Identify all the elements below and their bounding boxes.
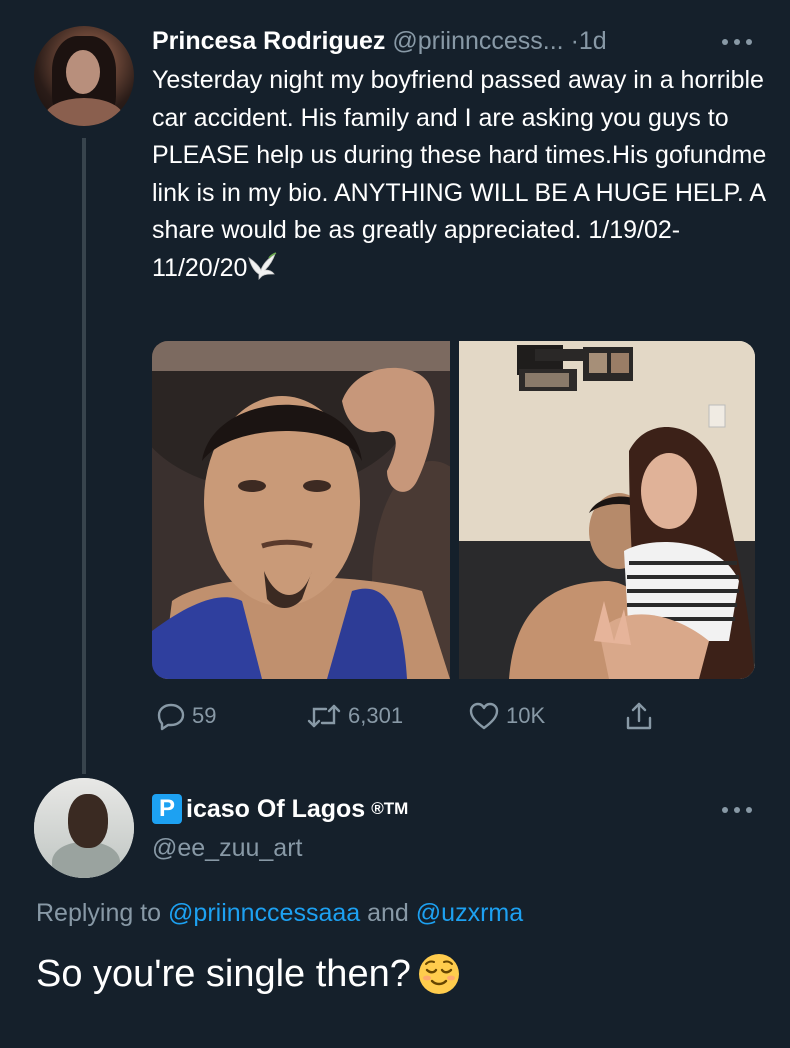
retweet-button[interactable]: 6,301	[306, 700, 403, 732]
avatar-face	[66, 50, 100, 94]
share-button[interactable]	[624, 700, 654, 732]
relieved-face-icon	[418, 954, 459, 994]
reply-body: So you're single then?	[36, 953, 411, 995]
reply-more-options-icon[interactable]	[722, 806, 752, 814]
mention-link-1[interactable]: @priinnccessaaa	[168, 899, 360, 927]
dot-icon	[722, 807, 728, 813]
dove-icon	[248, 251, 277, 280]
dot-icon	[734, 807, 740, 813]
like-count: 10K	[506, 703, 546, 728]
share-icon	[626, 702, 652, 730]
mention-link-2[interactable]: @uzxrma	[416, 899, 523, 927]
reply-icon	[157, 703, 185, 731]
tweet-timestamp[interactable]: 1d	[579, 27, 607, 55]
reply-button[interactable]: 59	[156, 700, 216, 732]
author-handle[interactable]: @priinnccess...	[392, 27, 563, 55]
dot-icon	[746, 39, 752, 45]
reply-author-name-text: icaso Of Lagos	[186, 795, 366, 823]
tweet-photo-couple[interactable]	[459, 341, 755, 679]
tweet-header: Princesa Rodriguez @priinnccess... ·1d	[152, 24, 607, 58]
avatar-head	[68, 794, 108, 848]
tweet-text: Yesterday night my boyfriend passed away…	[152, 62, 767, 287]
like-button[interactable]: 10K	[468, 700, 545, 732]
thread-line	[82, 138, 86, 774]
retweet-icon	[307, 704, 341, 728]
more-options-icon[interactable]	[722, 38, 752, 46]
couple-photo	[459, 341, 755, 679]
reply-text: So you're single then?	[36, 948, 461, 1000]
reply-author-handle[interactable]: @ee_zuu_art	[152, 831, 302, 865]
dot-icon	[734, 39, 740, 45]
tweet-photo-selfie[interactable]	[152, 341, 450, 679]
tweet-body: Yesterday night my boyfriend passed away…	[152, 66, 767, 282]
dot-icon	[722, 39, 728, 45]
author-display-name[interactable]: Princesa Rodriguez	[152, 27, 385, 55]
replying-to-line: Replying to @priinnccessaaa and @uzxrma	[36, 896, 523, 930]
trademark-symbol: ®TM	[371, 799, 409, 818]
reply-author-avatar[interactable]	[34, 778, 134, 878]
reply-count: 59	[192, 703, 217, 728]
separator-dot: ·	[570, 27, 579, 55]
replying-to-prefix: Replying to	[36, 899, 162, 927]
replying-to-conjunction: and	[367, 899, 409, 927]
p-letter-badge: P	[152, 794, 182, 824]
reply-author-display-name[interactable]: P icaso Of Lagos ®TM	[152, 792, 408, 826]
dot-icon	[746, 807, 752, 813]
heart-icon	[469, 702, 499, 730]
author-avatar[interactable]	[34, 26, 134, 126]
retweet-count: 6,301	[348, 703, 404, 728]
selfie-photo	[152, 341, 450, 679]
